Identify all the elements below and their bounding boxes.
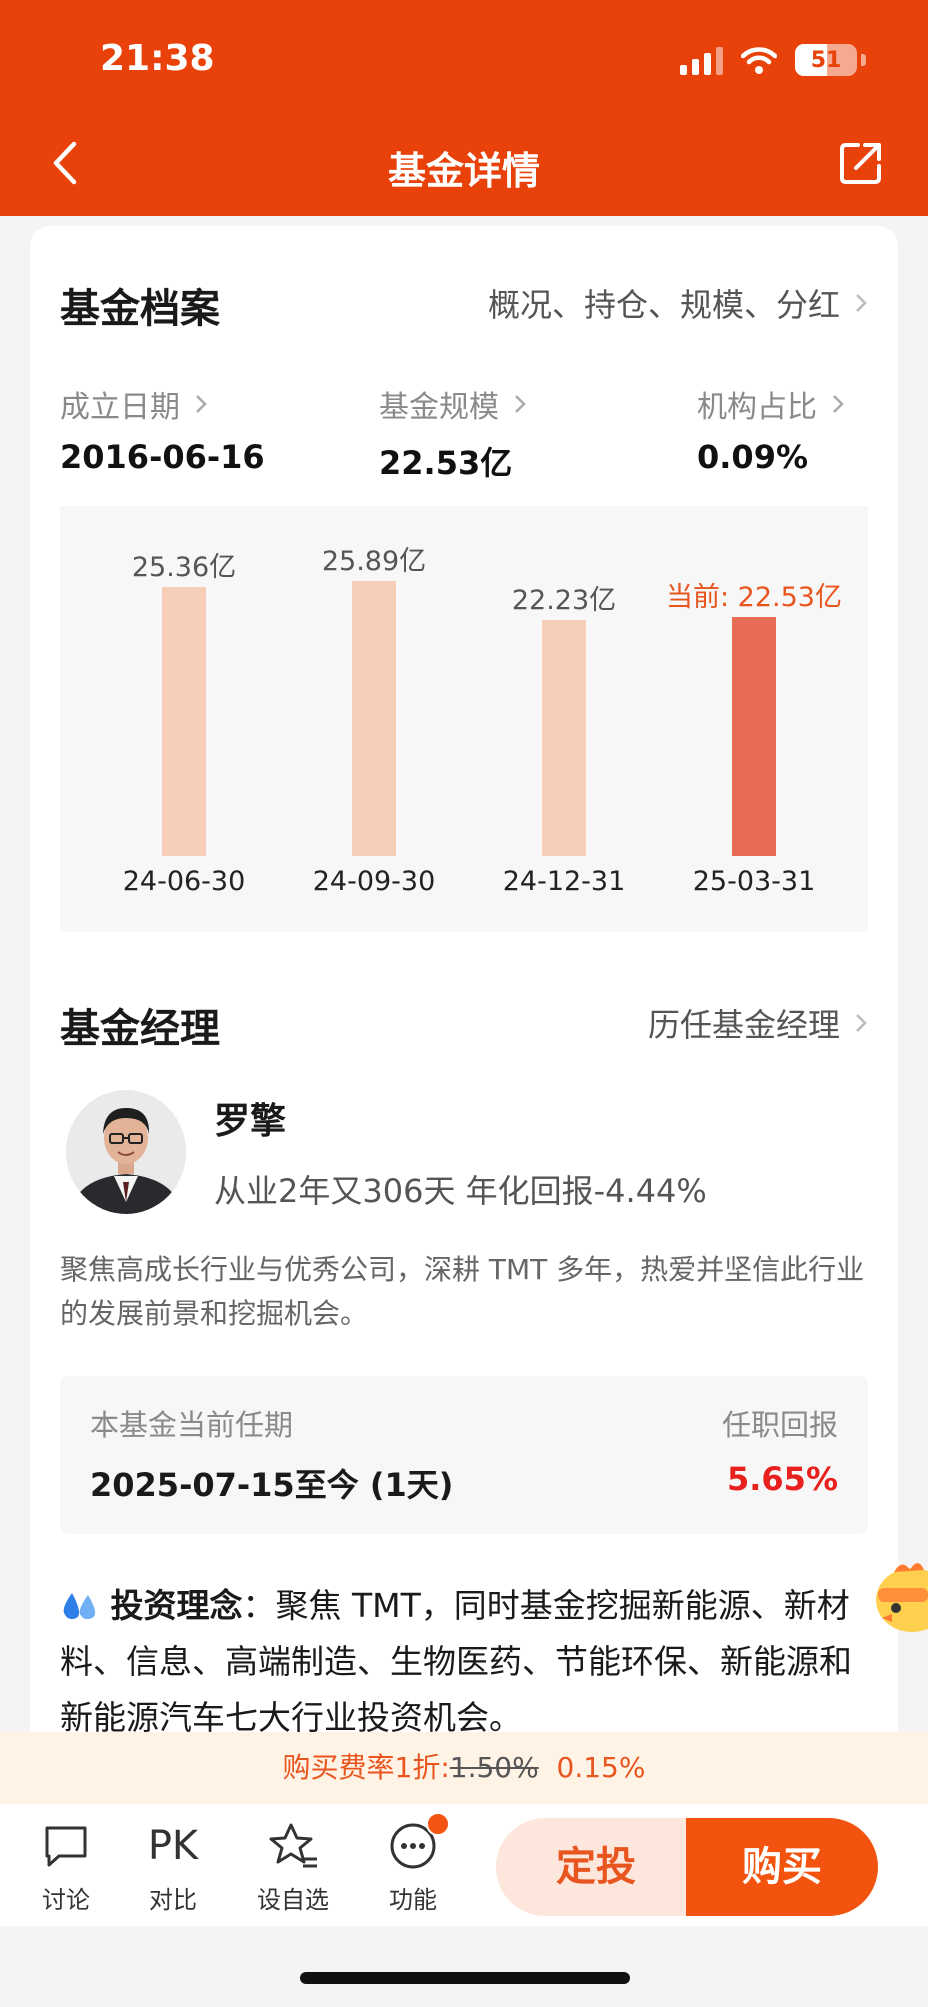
stat-fund-size-value: 22.53亿 — [379, 444, 513, 482]
fund-profile-link[interactable]: 概况、持仓、规模、分红 — [488, 280, 868, 326]
fee-prefix: 购买费率1折: — [282, 1751, 450, 1784]
battery-icon: 51 — [795, 44, 857, 76]
chevron-right-icon — [856, 1014, 867, 1032]
stat-institution-ratio-label[interactable]: 机构占比 — [697, 382, 845, 426]
pk-icon: PK — [147, 1823, 199, 1869]
tab-compare[interactable]: PK 对比 — [128, 1818, 218, 1915]
chart-value-label: 当前: 22.53亿 — [666, 582, 842, 613]
chevron-right-icon — [196, 395, 207, 413]
mascot-icon[interactable] — [874, 1552, 928, 1638]
manager-avatar[interactable] — [66, 1090, 186, 1214]
fee-discounted: 0.15% — [556, 1751, 646, 1784]
current-tenure-panel: 本基金当前任期 任职回报 2025-07-15至今 (1天) 5.65% — [60, 1376, 868, 1534]
tab-discuss[interactable]: 讨论 — [21, 1818, 111, 1915]
stat-establish-date-value: 2016-06-16 — [60, 438, 265, 476]
wifi-icon — [741, 47, 777, 74]
manager-description: 聚焦高成长行业与优秀公司，深耕 TMT 多年，热爱并坚信此行业的发展前景和挖掘机… — [60, 1253, 865, 1330]
tenure-period: 2025-07-15至今 (1天) — [90, 1466, 454, 1504]
chart-bar — [352, 581, 396, 856]
investment-philosophy: 投资理念：聚焦 TMT，同时基金挖掘新能源、新材料、信息、高端制造、生物医药、节… — [60, 1578, 880, 1746]
manager-experience: 从业2年又306天 年化回报-4.44% — [214, 1172, 707, 1210]
past-managers-link-label: 历任基金经理 — [647, 1006, 840, 1044]
stat-fund-size-label[interactable]: 基金规模 — [379, 382, 527, 426]
star-add-icon — [269, 1823, 317, 1868]
chart-bar — [162, 587, 206, 856]
tenure-label: 本基金当前任期 — [90, 1408, 294, 1442]
stat-institution-ratio-value: 0.09% — [697, 438, 809, 476]
chart-value-label: 25.89亿 — [321, 546, 427, 577]
chat-bubble-icon — [45, 1826, 87, 1867]
chevron-right-icon — [515, 395, 526, 413]
chart-bar — [732, 617, 776, 856]
battery-level: 51 — [810, 47, 842, 73]
stat-establish-date-label[interactable]: 成立日期 — [60, 382, 208, 426]
tenure-return-value: 5.65% — [726, 1460, 838, 1498]
chart-category-label: 24-09-30 — [312, 866, 436, 897]
sip-button[interactable]: 定投 — [496, 1818, 696, 1916]
person-icon — [66, 1090, 186, 1214]
fund-profile-link-label: 概况、持仓、规模、分红 — [487, 286, 840, 324]
tab-functions[interactable]: 功能 — [368, 1812, 458, 1915]
manager-name[interactable]: 罗擎 — [214, 1092, 286, 1144]
tenure-return-label: 任职回报 — [721, 1408, 838, 1442]
chart-value-label: 25.36亿 — [131, 552, 237, 583]
fund-manager-title: 基金经理 — [60, 1006, 220, 1052]
status-time: 21:38 — [100, 38, 215, 79]
status-icons: 51 — [680, 44, 866, 76]
fee-original: 1.50% — [449, 1751, 539, 1784]
chart-value-label: 22.23亿 — [511, 585, 617, 616]
fund-size-chart: 25.36亿 24-06-30 25.89亿 24-09-30 22.23亿 24-12-… — [60, 506, 868, 932]
chart-bar — [542, 620, 586, 856]
fund-profile-title: 基金档案 — [60, 286, 220, 332]
share-icon[interactable] — [838, 140, 884, 186]
cellular-signal-icon — [680, 45, 723, 75]
bottom-action-bar: 讨论 PK 对比 设自选 功能 定投 购买 — [0, 1804, 928, 1926]
purchase-fee-banner: 购买费率1折:1.50% 0.15% — [0, 1732, 928, 1804]
fund-detail-card: 基金档案 概况、持仓、规模、分红 成立日期 2016-06-16 基金规模 22… — [30, 226, 898, 1766]
chevron-right-icon — [856, 294, 867, 312]
chart-category-label: 24-12-31 — [502, 866, 626, 897]
page-title: 基金详情 — [387, 149, 540, 193]
tab-add-watchlist[interactable]: 设自选 — [248, 1818, 338, 1915]
water-drop-icon — [63, 1593, 96, 1620]
investment-philosophy-label: 投资理念 — [110, 1586, 243, 1625]
home-indicator[interactable] — [300, 1972, 630, 1984]
chart-category-label: 24-06-30 — [122, 866, 246, 897]
past-managers-link[interactable]: 历任基金经理 — [648, 1000, 868, 1046]
notification-badge — [426, 1812, 450, 1836]
chevron-right-icon — [833, 395, 844, 413]
buy-button[interactable]: 购买 — [686, 1818, 878, 1916]
chart-category-label: 25-03-31 — [692, 866, 816, 897]
